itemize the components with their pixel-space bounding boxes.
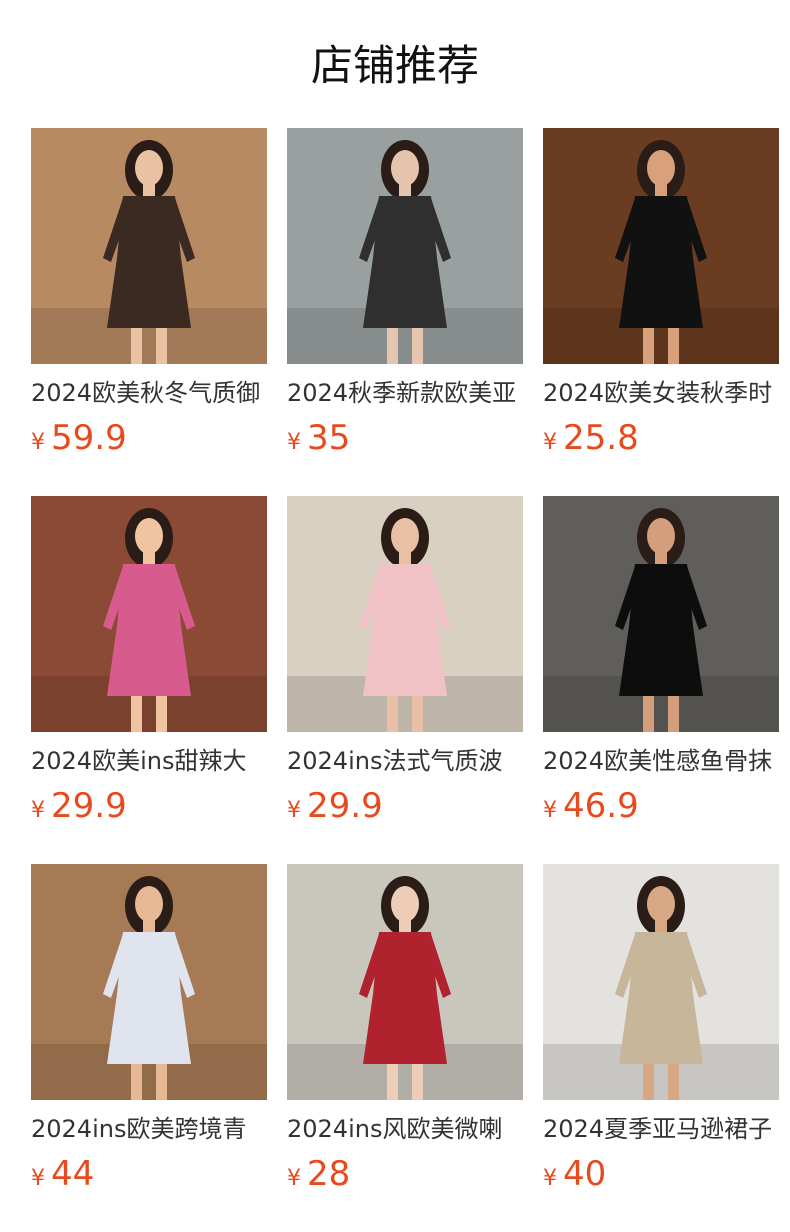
product-price: ¥35	[287, 418, 523, 464]
page-title: 店铺推荐	[310, 41, 479, 90]
product-price: ¥44	[31, 1154, 267, 1200]
product-photo-icon	[31, 496, 267, 732]
product-image[interactable]	[543, 496, 779, 732]
product-name[interactable]: 2024ins欧美跨境青	[31, 1114, 267, 1144]
product-price: ¥28	[287, 1154, 523, 1200]
price-value: 29.9	[307, 786, 383, 826]
currency-symbol: ¥	[287, 430, 301, 455]
product-card[interactable]: 2024欧美女装秋季时 ¥25.8	[543, 128, 779, 496]
product-card[interactable]: 2024夏季亚马逊裙子 ¥40	[543, 864, 779, 1232]
price-value: 40	[563, 1154, 607, 1194]
product-image[interactable]	[31, 496, 267, 732]
product-card[interactable]: 2024欧美性感鱼骨抹 ¥46.9	[543, 496, 779, 864]
price-value: 25.8	[563, 418, 639, 458]
product-image[interactable]	[543, 128, 779, 364]
product-price: ¥59.9	[31, 418, 267, 464]
price-value: 46.9	[563, 786, 639, 826]
product-photo-icon	[543, 128, 779, 364]
currency-symbol: ¥	[287, 1166, 301, 1191]
product-image[interactable]	[287, 864, 523, 1100]
product-card[interactable]: 2024欧美秋冬气质御 ¥59.9	[31, 128, 267, 496]
product-price: ¥29.9	[31, 786, 267, 832]
product-card[interactable]: 2024ins风欧美微喇 ¥28	[287, 864, 523, 1232]
price-value: 29.9	[51, 786, 127, 826]
store-recommendations-page: 店铺推荐 2024欧美秋冬气质御 ¥59.9 2024秋季新款欧美亚 ¥35 2…	[0, 0, 790, 1232]
product-photo-icon	[287, 496, 523, 732]
product-name[interactable]: 2024欧美女装秋季时	[543, 378, 779, 408]
currency-symbol: ¥	[543, 1166, 557, 1191]
product-photo-icon	[287, 864, 523, 1100]
currency-symbol: ¥	[31, 430, 45, 455]
product-photo-icon	[543, 864, 779, 1100]
currency-symbol: ¥	[31, 798, 45, 823]
product-photo-icon	[31, 128, 267, 364]
product-name[interactable]: 2024欧美秋冬气质御	[31, 378, 267, 408]
product-photo-icon	[287, 128, 523, 364]
product-price: ¥40	[543, 1154, 779, 1200]
price-value: 35	[307, 418, 351, 458]
price-value: 28	[307, 1154, 351, 1194]
product-name[interactable]: 2024欧美ins甜辣大	[31, 746, 267, 776]
product-name[interactable]: 2024秋季新款欧美亚	[287, 378, 523, 408]
currency-symbol: ¥	[287, 798, 301, 823]
product-card[interactable]: 2024ins欧美跨境青 ¥44	[31, 864, 267, 1232]
product-card[interactable]: 2024秋季新款欧美亚 ¥35	[287, 128, 523, 496]
product-price: ¥29.9	[287, 786, 523, 832]
product-image[interactable]	[287, 496, 523, 732]
product-name[interactable]: 2024ins风欧美微喇	[287, 1114, 523, 1144]
product-card[interactable]: 2024ins法式气质波 ¥29.9	[287, 496, 523, 864]
product-name[interactable]: 2024欧美性感鱼骨抹	[543, 746, 779, 776]
product-price: ¥25.8	[543, 418, 779, 464]
price-value: 59.9	[51, 418, 127, 458]
product-image[interactable]	[287, 128, 523, 364]
product-photo-icon	[31, 864, 267, 1100]
product-name[interactable]: 2024夏季亚马逊裙子	[543, 1114, 779, 1144]
product-image[interactable]	[31, 128, 267, 364]
currency-symbol: ¥	[31, 1166, 45, 1191]
currency-symbol: ¥	[543, 798, 557, 823]
product-price: ¥46.9	[543, 786, 779, 832]
product-image[interactable]	[31, 864, 267, 1100]
product-grid: 2024欧美秋冬气质御 ¥59.9 2024秋季新款欧美亚 ¥35 2024欧美…	[31, 128, 790, 1232]
price-value: 44	[51, 1154, 95, 1194]
product-image[interactable]	[543, 864, 779, 1100]
product-photo-icon	[543, 496, 779, 732]
product-name[interactable]: 2024ins法式气质波	[287, 746, 523, 776]
product-card[interactable]: 2024欧美ins甜辣大 ¥29.9	[31, 496, 267, 864]
currency-symbol: ¥	[543, 430, 557, 455]
